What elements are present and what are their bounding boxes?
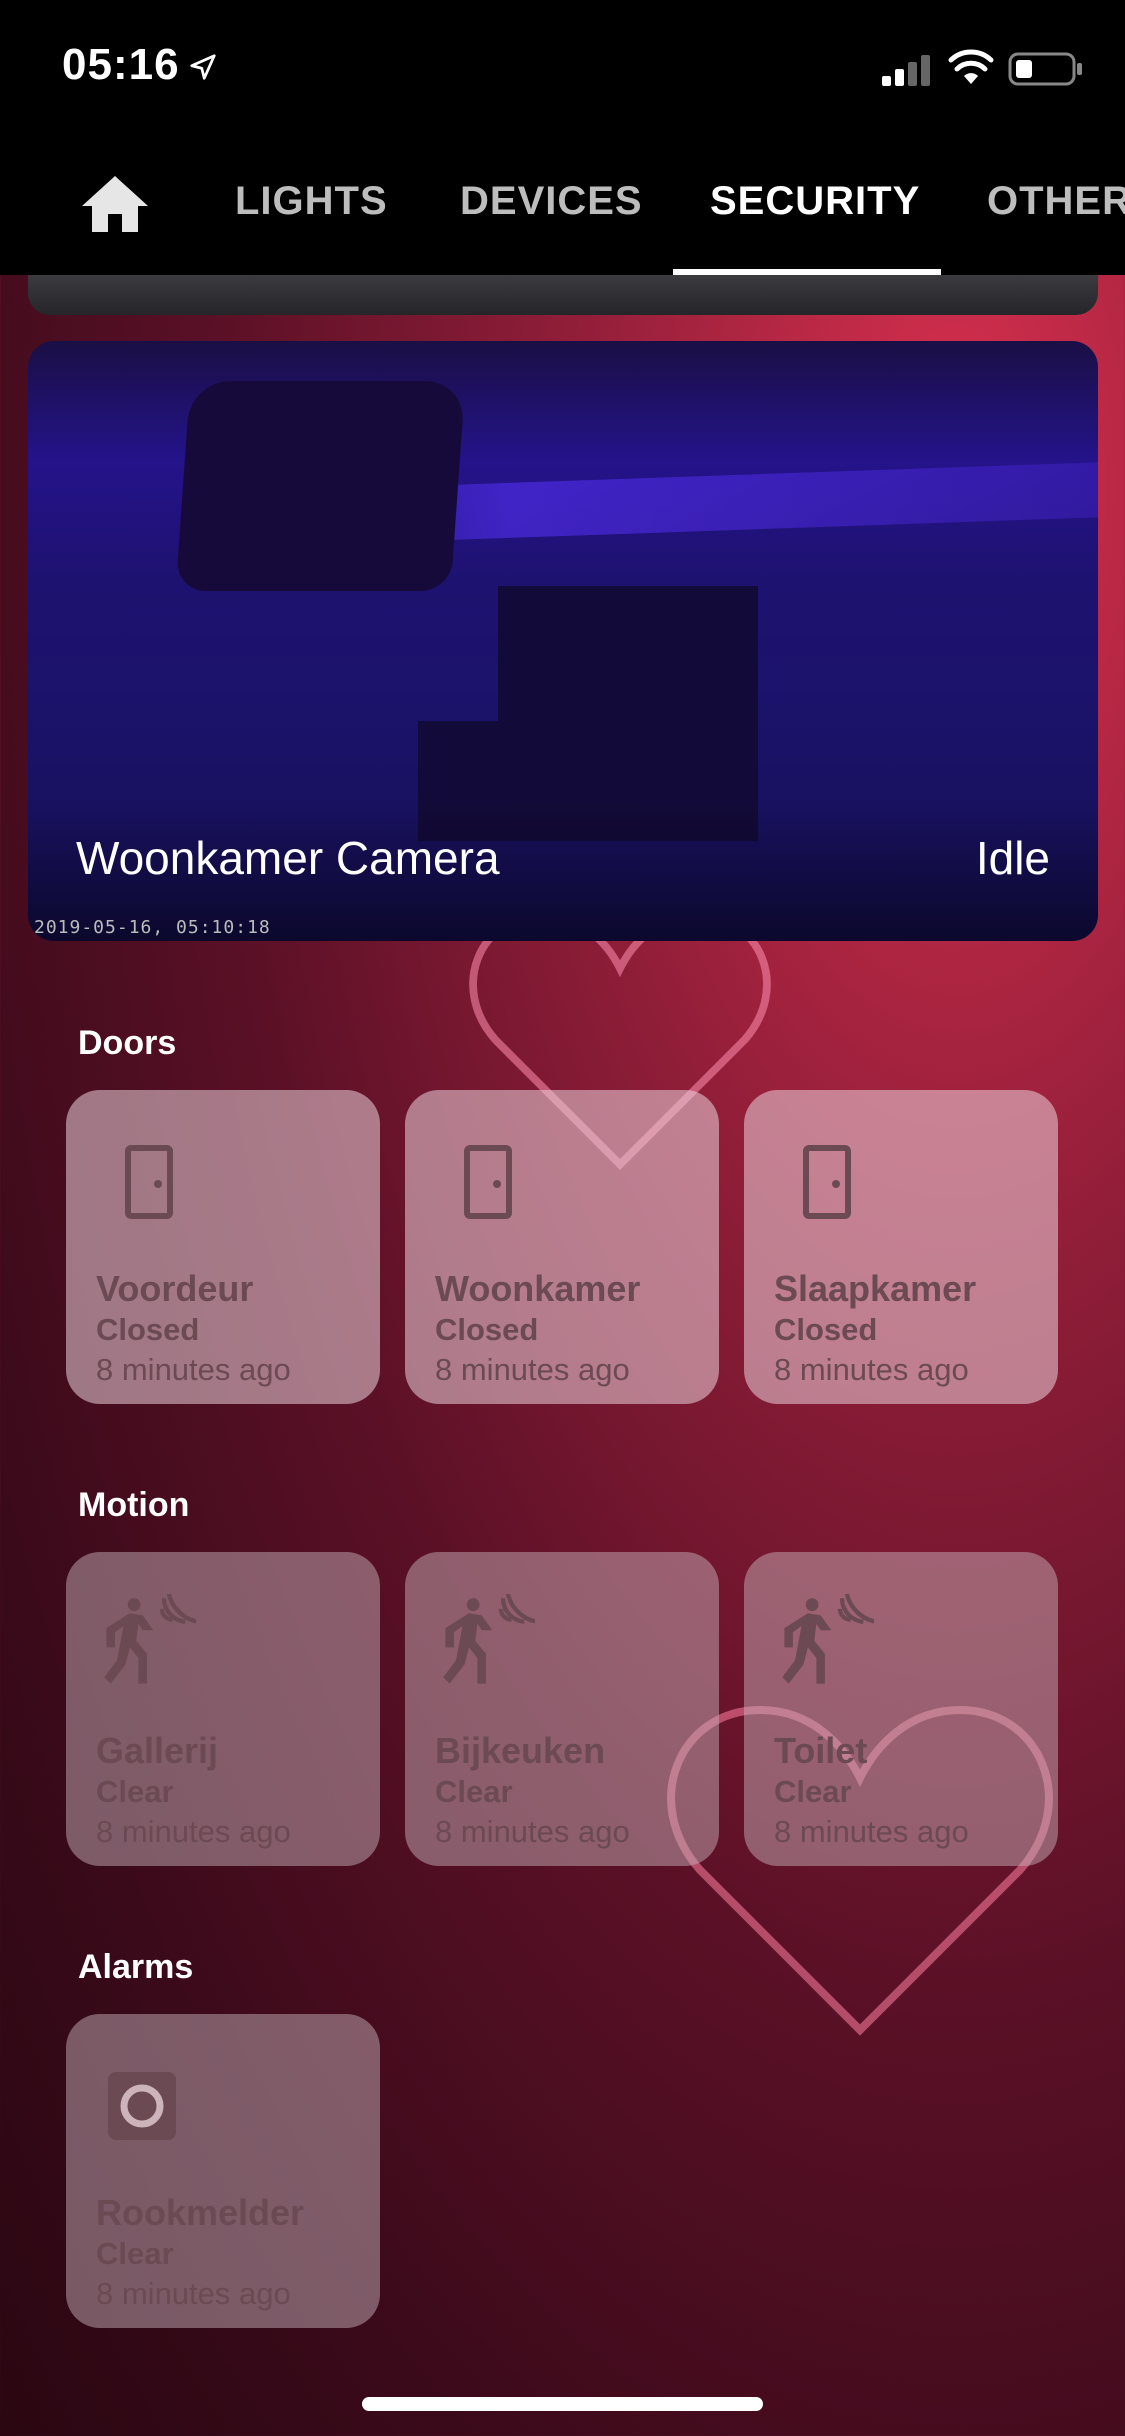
tile-last-changed: 8 minutes ago (435, 1352, 630, 1387)
section-title-motion: Motion (78, 1486, 190, 1524)
status-bar: 05:16 (0, 0, 1125, 135)
home-icon[interactable] (78, 172, 152, 236)
tile-last-changed: 8 minutes ago (774, 1352, 969, 1387)
tile-name: Woonkamer (435, 1268, 641, 1309)
motion-tile[interactable]: Toilet Clear 8 minutes ago (744, 1552, 1058, 1866)
motion-sensor-icon (782, 1594, 874, 1684)
tile-state: Clear (96, 1774, 174, 1809)
tile-name: Rookmelder (96, 2192, 305, 2233)
section-title-doors: Doors (78, 1024, 177, 1062)
tab-bar: LIGHTS DEVICES SECURITY OTHER (0, 135, 1125, 275)
location-arrow-icon (190, 54, 216, 80)
tile-name: Voordeur (96, 1268, 254, 1309)
camera-card[interactable]: Woonkamer Camera Idle 2019-05-16, 05:10:… (28, 341, 1098, 941)
tile-last-changed: 8 minutes ago (96, 2276, 291, 2311)
door-tile[interactable]: Voordeur Closed 8 minutes ago (66, 1090, 380, 1404)
tile-state: Clear (774, 1774, 852, 1809)
motion-sensor-icon (104, 1594, 196, 1684)
tile-state: Closed (435, 1312, 539, 1347)
tab-lights[interactable]: LIGHTS (235, 179, 388, 224)
tab-other[interactable]: OTHER (987, 179, 1125, 224)
motion-tile[interactable]: Bijkeuken Clear 8 minutes ago (405, 1552, 719, 1866)
tab-devices[interactable]: DEVICES (460, 179, 643, 224)
tile-last-changed: 8 minutes ago (96, 1814, 291, 1849)
tile-last-changed: 8 minutes ago (435, 1814, 630, 1849)
door-icon (464, 1145, 512, 1219)
tile-name: Toilet (774, 1730, 868, 1771)
door-tile[interactable]: Slaapkamer Closed 8 minutes ago (744, 1090, 1058, 1404)
status-time: 05:16 (62, 40, 180, 89)
alarm-tile[interactable]: Rookmelder Clear 8 minutes ago (66, 2014, 380, 2328)
motion-sensor-icon (443, 1594, 535, 1684)
tab-security[interactable]: SECURITY (710, 179, 920, 224)
tile-name: Bijkeuken (435, 1730, 606, 1771)
tile-state: Clear (96, 2236, 174, 2271)
tile-name: Gallerij (96, 1730, 219, 1771)
tile-last-changed: 8 minutes ago (96, 1352, 291, 1387)
tile-last-changed: 8 minutes ago (774, 1814, 969, 1849)
section-title-alarms: Alarms (78, 1948, 194, 1986)
tile-state: Closed (774, 1312, 878, 1347)
cellular-signal-icon (882, 55, 930, 86)
battery-icon (1008, 52, 1082, 86)
camera-timestamp: 2019-05-16, 05:10:18 (34, 917, 271, 938)
smoke-detector-icon (108, 2072, 176, 2140)
door-icon (803, 1145, 851, 1219)
tile-state: Clear (435, 1774, 513, 1809)
tile-state: Closed (96, 1312, 200, 1347)
motion-tile[interactable]: Gallerij Clear 8 minutes ago (66, 1552, 380, 1866)
wifi-icon (948, 49, 994, 84)
camera-name: Woonkamer Camera (76, 832, 500, 884)
home-indicator[interactable] (362, 2397, 763, 2411)
camera-state: Idle (975, 832, 1050, 884)
camera-image-lamp (175, 381, 466, 591)
door-tile[interactable]: Woonkamer Closed 8 minutes ago (405, 1090, 719, 1404)
previous-camera-card[interactable] (28, 275, 1098, 315)
tile-name: Slaapkamer (774, 1268, 977, 1309)
door-icon (125, 1145, 173, 1219)
